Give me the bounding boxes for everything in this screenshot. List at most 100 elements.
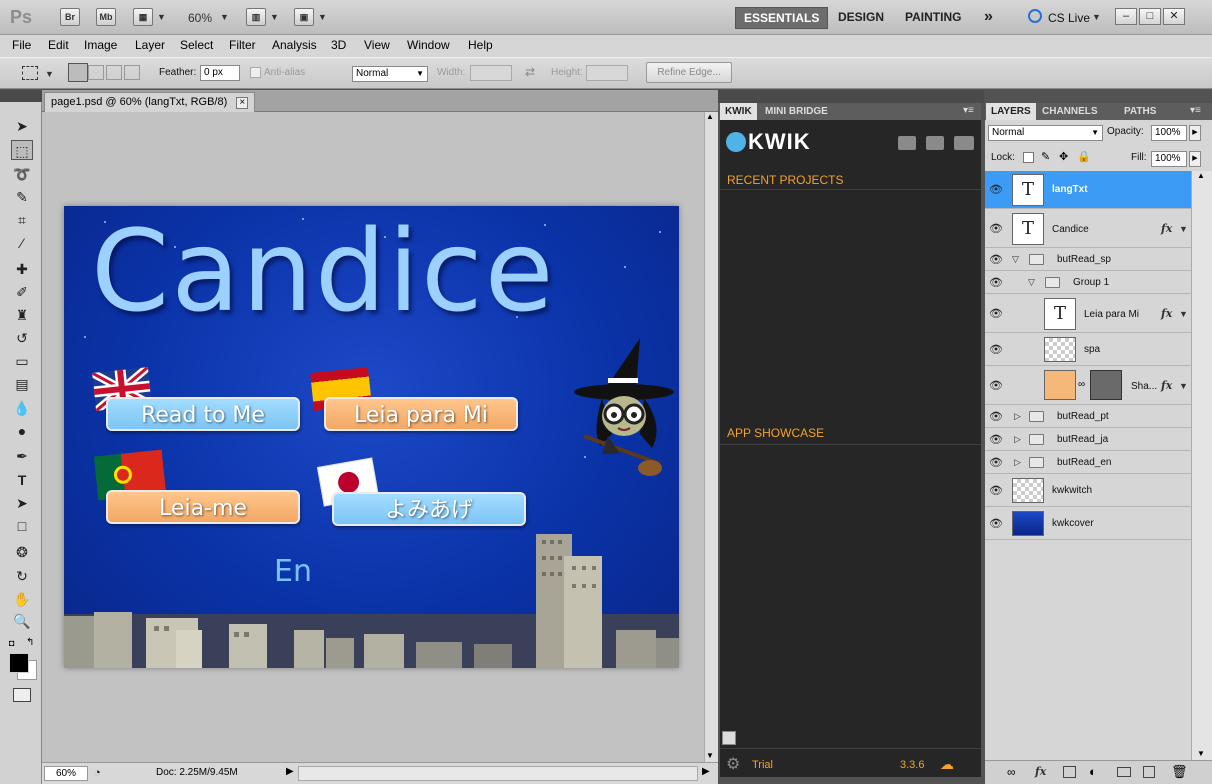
brush-tool-icon[interactable]: ✐ <box>11 282 33 302</box>
yomiage-button[interactable]: よみあげ <box>332 492 526 526</box>
layer-row[interactable]: 👁 ▽ butRead_sp <box>985 249 1191 271</box>
lock-position-icon[interactable]: ✥ <box>1059 150 1068 163</box>
chevron-down-icon[interactable]: ▼ <box>1179 224 1188 234</box>
view-extras-button[interactable]: ▦ <box>133 8 153 26</box>
foreground-color-swatch[interactable] <box>9 653 29 673</box>
layer-effects-icon[interactable]: fx <box>1161 222 1172 235</box>
tab-channels[interactable]: CHANNELS <box>1037 103 1103 120</box>
scroll-down-icon[interactable]: ▼ <box>1197 749 1205 758</box>
expand-triangle-icon[interactable]: ▽ <box>1028 277 1035 288</box>
cs-live-icon[interactable] <box>1028 9 1042 23</box>
visibility-eye-icon[interactable]: 👁 <box>989 307 1003 320</box>
layer-effects-icon[interactable]: fx <box>1161 379 1172 392</box>
eraser-tool-icon[interactable]: ▭ <box>11 351 33 371</box>
style-select[interactable]: Normal ▼ <box>352 66 428 82</box>
layer-row[interactable]: 👁 T langTxt <box>985 171 1191 209</box>
lock-image-icon[interactable]: ✎ <box>1041 150 1050 163</box>
menu-filter[interactable]: Filter <box>229 38 256 52</box>
zoom-tool-icon[interactable]: 🔍 <box>11 611 33 631</box>
visibility-eye-icon[interactable]: 👁 <box>989 517 1003 530</box>
scroll-up-icon[interactable]: ▲ <box>1197 171 1205 180</box>
menu-help[interactable]: Help <box>468 38 493 52</box>
document-tab[interactable]: page1.psd @ 60% (langTxt, RGB/8) × <box>44 92 256 112</box>
workspace-essentials[interactable]: ESSENTIALS <box>735 7 829 29</box>
tab-layers[interactable]: LAYERS <box>986 103 1036 120</box>
pen-tool-icon[interactable]: ✒ <box>11 446 33 466</box>
default-colors-icon[interactable]: ◘ <box>9 638 14 648</box>
menu-layer[interactable]: Layer <box>135 38 165 52</box>
chevron-down-icon[interactable]: ▼ <box>157 12 166 22</box>
layer-effects-icon[interactable]: fx <box>1161 307 1172 320</box>
path-selection-tool-icon[interactable]: ➤ <box>11 493 33 513</box>
eyedropper-tool-icon[interactable]: ⁄ <box>11 233 33 253</box>
new-selection-button[interactable] <box>68 63 88 82</box>
visibility-eye-icon[interactable]: 👁 <box>989 410 1003 423</box>
history-brush-tool-icon[interactable]: ↺ <box>11 328 33 348</box>
horizontal-scrollbar[interactable] <box>298 766 698 781</box>
close-tab-icon[interactable]: × <box>236 97 249 109</box>
visibility-eye-icon[interactable]: 👁 <box>989 484 1003 497</box>
feather-input[interactable]: 0 px <box>200 65 240 81</box>
arrange-documents-button[interactable]: ▥ <box>246 8 266 26</box>
kwik-small-icon[interactable] <box>722 731 736 745</box>
chevron-down-icon[interactable]: ▼ <box>318 12 327 22</box>
layer-row[interactable]: 👁 spa <box>985 334 1191 366</box>
menu-file[interactable]: File <box>12 38 31 52</box>
menu-select[interactable]: Select <box>180 38 213 52</box>
document-artwork[interactable]: Candice Read to Me Leia para Mi Leia-me … <box>64 206 679 668</box>
hand-tool-icon[interactable]: ✋ <box>11 589 33 609</box>
move-tool-icon[interactable]: ➤ <box>11 116 33 136</box>
swap-icon[interactable]: ⇄ <box>525 65 535 79</box>
scroll-up-icon[interactable]: ▲ <box>706 112 714 121</box>
rectangular-marquee-tool-icon[interactable]: ⬚ <box>11 140 33 160</box>
tab-paths[interactable]: PATHS <box>1119 103 1161 120</box>
menu-image[interactable]: Image <box>84 38 117 52</box>
read-to-me-button[interactable]: Read to Me <box>106 397 300 431</box>
3d-orbit-tool-icon[interactable]: ↻ <box>11 566 33 586</box>
blur-tool-icon[interactable]: 💧 <box>11 398 33 418</box>
cs-live-menu[interactable]: CS Live <box>1048 11 1090 25</box>
refine-edge-button[interactable]: Refine Edge... <box>646 62 732 83</box>
visibility-eye-icon[interactable]: 👁 <box>989 456 1003 469</box>
visibility-eye-icon[interactable]: 👁 <box>989 253 1003 266</box>
opacity-arrow-icon[interactable]: ▶ <box>1189 125 1201 141</box>
dodge-tool-icon[interactable]: ● <box>11 421 33 441</box>
launch-bridge-button[interactable]: Br <box>60 8 80 26</box>
visibility-eye-icon[interactable]: 👁 <box>989 343 1003 356</box>
chevron-down-icon[interactable]: ▼ <box>45 69 54 79</box>
fill-input[interactable]: 100% <box>1151 151 1187 167</box>
layer-row[interactable]: 👁 ▷ butRead_ja <box>985 429 1191 451</box>
menu-3d[interactable]: 3D <box>331 38 346 52</box>
workspace-design[interactable]: DESIGN <box>830 7 892 29</box>
document-vertical-scrollbar[interactable]: ▲ ▼ <box>704 112 718 762</box>
layer-row[interactable]: 👁 kwkwitch <box>985 475 1191 507</box>
lock-all-icon[interactable]: 🔒 <box>1077 150 1091 163</box>
chevron-down-icon[interactable]: ▼ <box>220 12 229 22</box>
lasso-tool-icon[interactable]: ➰ <box>11 164 33 184</box>
visibility-eye-icon[interactable]: 👁 <box>989 379 1003 392</box>
layer-row[interactable]: 👁 T Leia para Mi fx ▼ <box>985 295 1191 333</box>
visibility-eye-icon[interactable]: 👁 <box>989 433 1003 446</box>
library-icon[interactable] <box>954 136 974 150</box>
add-to-selection-button[interactable] <box>88 65 104 80</box>
type-tool-icon[interactable]: T <box>11 470 33 490</box>
quick-selection-tool-icon[interactable]: ✎ <box>11 187 33 207</box>
chevron-down-icon[interactable]: ▼ <box>270 12 279 22</box>
healing-brush-tool-icon[interactable]: ✚ <box>11 259 33 279</box>
panel-menu-icon[interactable]: ▾≡ <box>963 105 974 116</box>
layer-row[interactable]: 👁 ∞ Sha... fx ▼ <box>985 367 1191 405</box>
intersect-selection-button[interactable] <box>124 65 140 80</box>
rectangle-tool-icon[interactable]: □ <box>11 516 33 536</box>
3d-rotate-tool-icon[interactable]: ❂ <box>11 542 33 562</box>
more-workspaces-button[interactable]: » <box>976 7 1001 29</box>
layer-row[interactable]: 👁 T Candice fx ▼ <box>985 210 1191 248</box>
quick-mask-icon[interactable] <box>13 688 31 702</box>
opacity-input[interactable]: 100% <box>1151 125 1187 141</box>
panel-menu-icon[interactable]: ▾≡ <box>1190 105 1201 116</box>
layer-row[interactable]: 👁 ▽ Group 1 <box>985 272 1191 294</box>
chevron-down-icon[interactable]: ▼ <box>1179 309 1188 319</box>
status-info-icon[interactable]: ◔ <box>94 767 101 779</box>
marquee-tool-preset-icon[interactable] <box>22 66 38 80</box>
fill-arrow-icon[interactable]: ▶ <box>1189 151 1201 167</box>
minimize-button[interactable]: – <box>1115 8 1137 25</box>
